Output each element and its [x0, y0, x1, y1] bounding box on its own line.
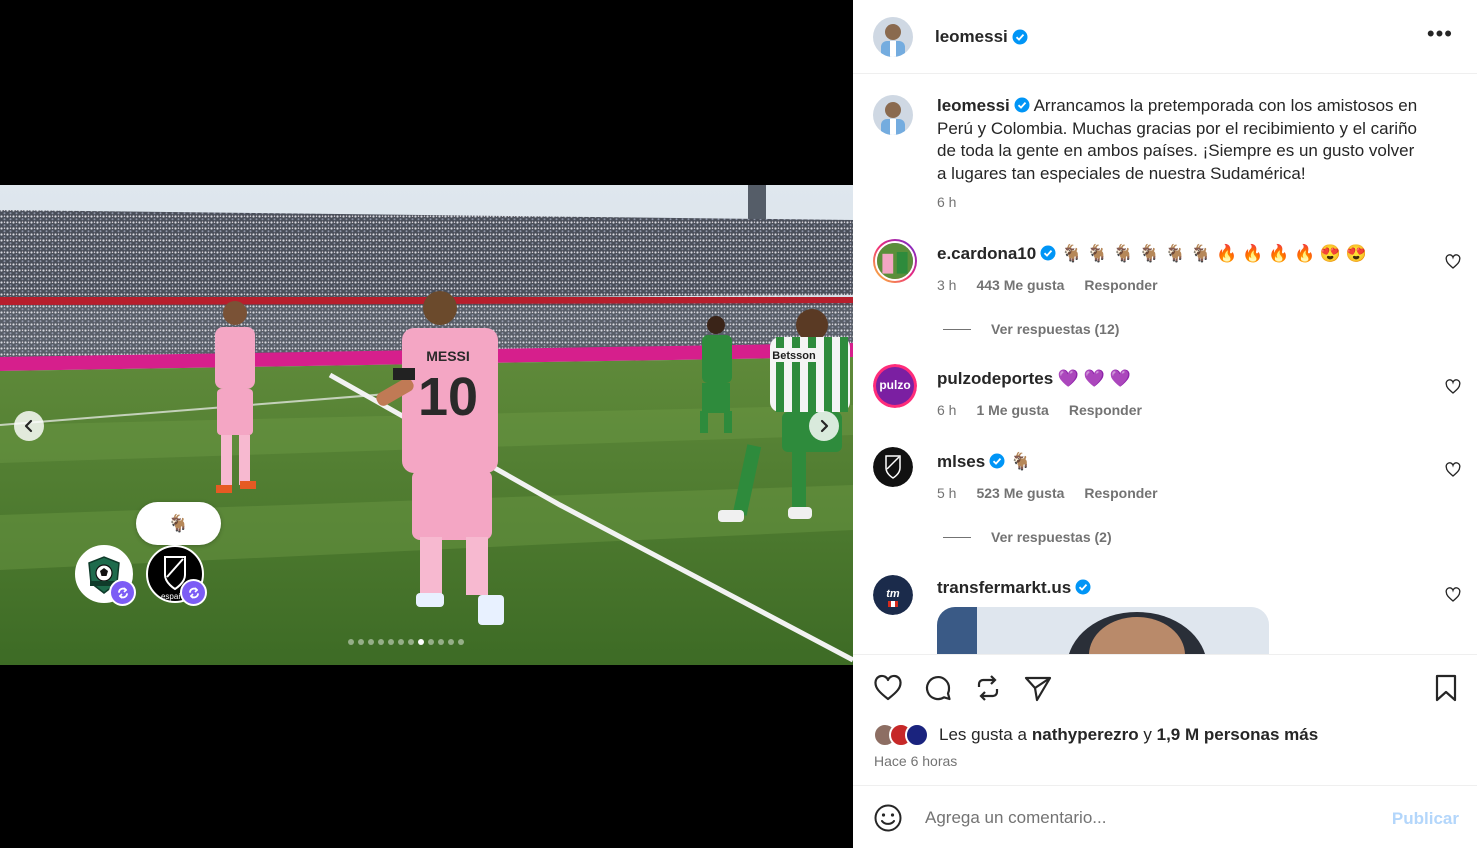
repost-badge: [180, 579, 207, 606]
comment-time: 5 h: [937, 485, 957, 501]
carousel-dot[interactable]: [428, 639, 434, 645]
reply-button[interactable]: Responder: [1069, 402, 1142, 418]
repost-icon: [117, 586, 128, 599]
svg-text:pulzo: pulzo: [879, 378, 910, 392]
publish-button[interactable]: Publicar: [1392, 809, 1459, 829]
jersey-number: 10: [418, 367, 478, 427]
repost-icon: [188, 586, 199, 599]
comments-list: leomessi Arrancamos la pretemporada con …: [853, 75, 1477, 654]
author-avatar[interactable]: [873, 95, 913, 135]
carousel-dot[interactable]: [458, 639, 464, 645]
comment-like-icon[interactable]: [1445, 254, 1461, 270]
likes-summary: Les gusta a nathyperezro y 1,9 M persona…: [873, 723, 1318, 747]
comment-text: 🐐 🐐 🐐 🐐 🐐 🐐 🔥 🔥 🔥 🔥 😍 😍: [1060, 244, 1367, 263]
chevron-left-icon: [24, 419, 33, 433]
carousel-dot[interactable]: [448, 639, 454, 645]
commenter-username[interactable]: pulzodeportes: [937, 369, 1053, 388]
comment-text: 💜 💜 💜: [1057, 369, 1131, 388]
repost-badge: [109, 579, 136, 606]
likes-count[interactable]: 1,9 M personas más: [1157, 725, 1319, 745]
post-header: leomessi •••: [853, 0, 1477, 74]
add-comment-bar: Publicar: [853, 787, 1477, 848]
comment-likes[interactable]: 1 Me gusta: [976, 402, 1048, 418]
post-media: MESSI 10 Betsson 🐐 español: [0, 0, 853, 848]
comment-like-icon[interactable]: [1445, 462, 1461, 478]
comment-image-preview[interactable]: [937, 607, 1269, 654]
repost-icon[interactable]: [973, 673, 1003, 703]
comment-like-icon[interactable]: [1445, 379, 1461, 395]
comment-text: 🐐: [1009, 452, 1032, 471]
comment-time: 6 h: [937, 402, 957, 418]
commenter-username[interactable]: mlses: [937, 452, 985, 471]
comment-likes[interactable]: 443 Me gusta: [976, 277, 1064, 293]
carousel-dot[interactable]: [358, 639, 364, 645]
likes-prefix: Les gusta a: [939, 725, 1027, 744]
view-replies-button[interactable]: Ver respuestas (2): [943, 529, 1112, 545]
comment-likes[interactable]: 523 Me gusta: [976, 485, 1064, 501]
verified-icon: [989, 453, 1005, 469]
carousel-dot[interactable]: [438, 639, 444, 645]
chevron-right-icon: [820, 419, 829, 433]
caption-time: 6 h: [937, 194, 957, 210]
carousel-dot[interactable]: [418, 639, 424, 645]
carousel-dot[interactable]: [388, 639, 394, 645]
verified-icon: [1075, 579, 1091, 595]
comment-time: 3 h: [937, 277, 957, 293]
like-heart-icon[interactable]: [873, 673, 903, 703]
carousel-dot[interactable]: [408, 639, 414, 645]
verified-icon: [1012, 29, 1028, 44]
share-send-icon[interactable]: [1023, 673, 1053, 703]
carousel-indicator: [348, 639, 464, 645]
post-actions: Les gusta a nathyperezro y 1,9 M persona…: [853, 654, 1477, 786]
commenter-username[interactable]: transfermarkt.us: [937, 578, 1071, 597]
author-avatar[interactable]: [873, 16, 913, 57]
carousel-next-button[interactable]: [809, 411, 839, 441]
carousel-prev-button[interactable]: [14, 411, 44, 441]
save-bookmark-icon[interactable]: [1431, 673, 1461, 703]
verified-icon: [1040, 245, 1056, 261]
liker-username[interactable]: nathyperezro: [1032, 725, 1139, 745]
author-username[interactable]: leomessi: [935, 27, 1008, 47]
reply-button[interactable]: Responder: [1084, 485, 1157, 501]
view-replies-button[interactable]: Ver respuestas (12): [943, 321, 1119, 337]
carousel-dot[interactable]: [378, 639, 384, 645]
carousel-dot[interactable]: [398, 639, 404, 645]
commenter-avatar[interactable]: [873, 447, 913, 487]
comment-icon[interactable]: [923, 673, 953, 703]
commenter-avatar[interactable]: pulzo: [873, 364, 917, 408]
sponsor-logo: Betsson: [772, 350, 816, 362]
commenter-avatar[interactable]: tm: [873, 575, 913, 615]
reaction-bubble: 🐐: [136, 502, 221, 545]
comment-input[interactable]: [925, 807, 1365, 828]
reply-button[interactable]: Responder: [1084, 277, 1157, 293]
jersey-name: MESSI: [426, 348, 470, 364]
verified-icon: [1014, 97, 1030, 113]
commenter-username[interactable]: e.cardona10: [937, 244, 1036, 263]
likes-joiner: y: [1138, 725, 1157, 744]
liker-avatars[interactable]: [873, 723, 929, 747]
caption-username[interactable]: leomessi: [937, 96, 1010, 115]
carousel-dot[interactable]: [348, 639, 354, 645]
post-detail-panel: leomessi ••• leomessi Arrancamos la pret…: [853, 0, 1477, 848]
emoji-icon[interactable]: [873, 803, 903, 833]
posted-time: Hace 6 horas: [874, 753, 958, 769]
svg-text:tm: tm: [886, 588, 900, 600]
carousel-dot[interactable]: [368, 639, 374, 645]
commenter-avatar[interactable]: [873, 239, 917, 283]
comment-like-icon[interactable]: [1445, 587, 1461, 603]
more-options-button[interactable]: •••: [1427, 23, 1453, 45]
